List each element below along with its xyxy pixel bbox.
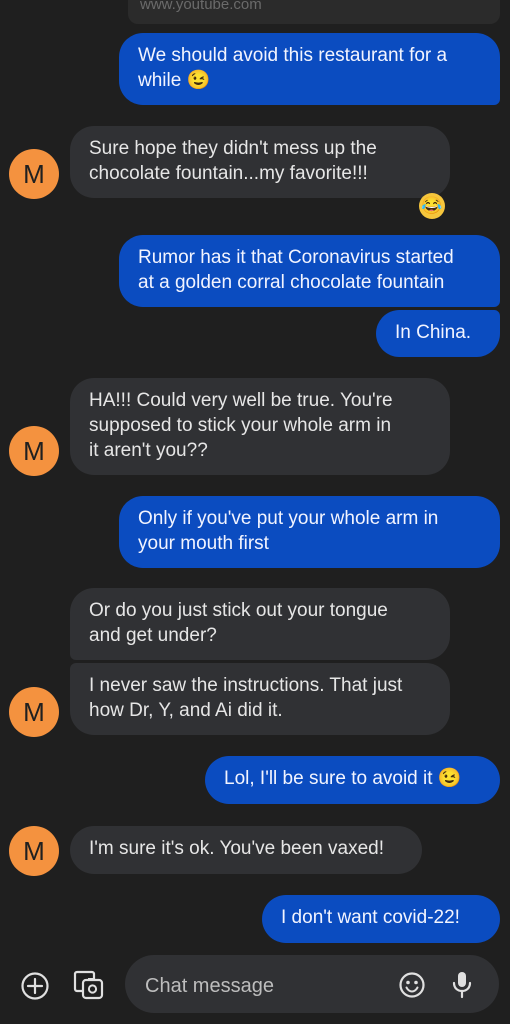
- outgoing-message[interactable]: Only if you've put your whole arm in you…: [119, 496, 500, 568]
- contact-avatar[interactable]: M: [9, 826, 59, 876]
- link-preview-url: www.youtube.com: [140, 0, 262, 13]
- incoming-message[interactable]: Or do you just stick out your tongue and…: [70, 588, 450, 660]
- emoji-icon[interactable]: [397, 970, 427, 1000]
- incoming-message[interactable]: HA!!! Could very well be true. You're su…: [70, 378, 450, 475]
- outgoing-message[interactable]: Lol, I'll be sure to avoid it 😉: [205, 756, 500, 804]
- message-composer: [0, 955, 510, 1024]
- chat-message-box[interactable]: [125, 955, 499, 1013]
- contact-avatar[interactable]: M: [9, 687, 59, 737]
- laughing-reaction-icon[interactable]: 😂: [419, 193, 445, 219]
- contact-avatar[interactable]: M: [9, 149, 59, 199]
- incoming-message[interactable]: Sure hope they didn't mess up the chocol…: [70, 126, 450, 198]
- incoming-message[interactable]: I never saw the instructions. That just …: [70, 663, 450, 735]
- chat-message-input[interactable]: [143, 971, 387, 1001]
- microphone-icon[interactable]: [447, 969, 477, 1001]
- outgoing-message[interactable]: We should avoid this restaurant for a wh…: [119, 33, 500, 105]
- outgoing-message[interactable]: I don't want covid-22!: [262, 895, 500, 943]
- contact-avatar[interactable]: M: [9, 426, 59, 476]
- conversation-thread[interactable]: www.youtube.com We should avoid this res…: [0, 0, 510, 955]
- outgoing-message[interactable]: Rumor has it that Coronavirus started at…: [119, 235, 500, 307]
- outgoing-message[interactable]: In China.: [376, 310, 500, 357]
- gallery-icon[interactable]: [70, 967, 106, 1003]
- add-circle-icon[interactable]: [18, 969, 52, 1003]
- link-preview-card[interactable]: www.youtube.com: [128, 0, 500, 24]
- incoming-message[interactable]: I'm sure it's ok. You've been vaxed!: [70, 826, 422, 874]
